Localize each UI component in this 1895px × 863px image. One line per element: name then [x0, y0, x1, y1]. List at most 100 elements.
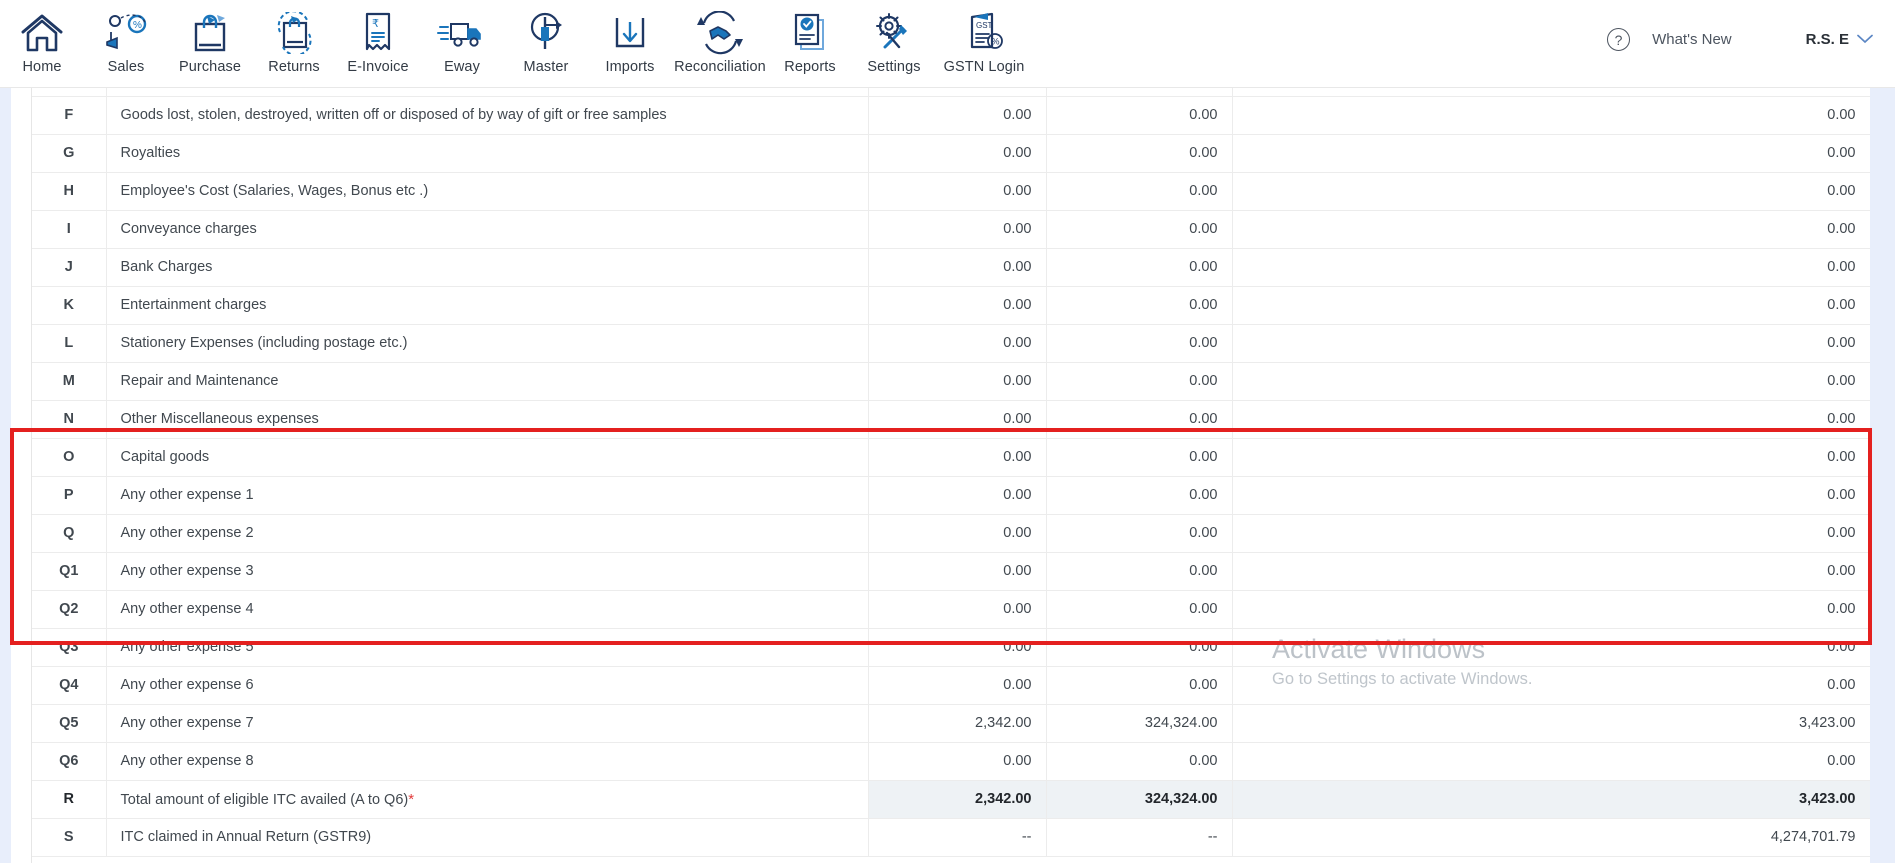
row-description-text: Goods lost, stolen, destroyed, written o…: [120, 107, 667, 123]
nav-item-reports[interactable]: Reports: [768, 4, 852, 75]
row-description-cell: Royalties: [106, 134, 869, 173]
row-value-cell-3: 3,423.00: [1232, 704, 1870, 743]
table-row[interactable]: H Employee's Cost (Salaries, Wages, Bonus…: [32, 172, 1870, 211]
row-description-cell: Other Miscellaneous expenses: [106, 400, 869, 439]
row-description-cell: Entertainment charges: [106, 286, 869, 325]
nav-item-gstn-login[interactable]: GST % GSTN Login: [936, 4, 1032, 75]
row-description-text: ITC claimed in Annual Return (GSTR9): [120, 829, 372, 845]
row-description-text: Other Miscellaneous expenses: [120, 411, 319, 427]
nav-item-label: Home: [22, 59, 62, 75]
user-name-label: R.S. E: [1805, 31, 1849, 48]
table-row[interactable]: J Bank Charges 0.00 0.00 0.00: [32, 248, 1870, 287]
table-row[interactable]: G Royalties 0.00 0.00 0.00: [32, 134, 1870, 173]
row-value-cell-3: 0.00: [1232, 210, 1870, 249]
row-value-cell-2: 0.00: [1046, 134, 1233, 173]
row-description-text: Employee's Cost (Salaries, Wages, Bonus …: [120, 183, 429, 199]
row-value-cell-1: 0.00: [868, 172, 1047, 211]
user-menu[interactable]: R.S. E: [1806, 31, 1873, 48]
table-row[interactable]: Q5 Any other expense 7 2,342.00 324,324.00 3…: [32, 704, 1870, 743]
row-code-cell: Q6: [32, 742, 107, 781]
table-row[interactable]: L Stationery Expenses (including postage …: [32, 324, 1870, 363]
itc-table-scroll-area[interactable]: F Goods lost, stolen, destroyed, written …: [31, 88, 1870, 863]
row-value-cell-1: 0.00: [868, 742, 1047, 781]
row-value-cell-1: 0.00: [868, 248, 1047, 287]
row-value-cell-1: 0.00: [868, 400, 1047, 439]
row-code-cell: Q2: [32, 590, 107, 629]
nav-item-label: Imports: [605, 59, 655, 75]
row-value-cell-3: 0.00: [1232, 742, 1870, 781]
table-row[interactable]: F Goods lost, stolen, destroyed, written …: [32, 96, 1870, 135]
row-code-cell: M: [32, 362, 107, 401]
table-row[interactable]: R Total amount of eligible ITC availed (A…: [32, 780, 1870, 819]
nav-item-sales[interactable]: % Sales: [84, 4, 168, 75]
master-key-icon: [520, 10, 572, 56]
table-row[interactable]: S ITC claimed in Annual Return (GSTR9) -- -…: [32, 818, 1870, 857]
nav-item-reconciliation[interactable]: Reconciliation: [672, 4, 768, 75]
row-description-text: Royalties: [120, 145, 181, 161]
row-value-cell-3: 0.00: [1232, 666, 1870, 705]
row-description-text: Any other expense 4: [120, 601, 254, 617]
row-value-cell-3: 0.00: [1232, 438, 1870, 477]
row-code-cell: Q1: [32, 552, 107, 591]
row-code-cell: O: [32, 438, 107, 477]
nav-item-returns[interactable]: Returns: [252, 4, 336, 75]
nav-item-label: Settings: [867, 59, 921, 75]
row-value-cell-2: 0.00: [1046, 286, 1233, 325]
row-value-cell-3: 0.00: [1232, 552, 1870, 591]
row-value-cell-3: 0.00: [1232, 400, 1870, 439]
left-edge-strip: [0, 88, 11, 863]
row-value-cell-2: 0.00: [1046, 438, 1233, 477]
e-invoice-receipt-icon: ₹: [352, 10, 404, 56]
row-description-cell: Conveyance charges: [106, 210, 869, 249]
table-row[interactable]: Q Any other expense 2 0.00 0.00 0.00: [32, 514, 1870, 553]
table-row[interactable]: O Capital goods 0.00 0.00 0.00: [32, 438, 1870, 477]
nav-item-label: Returns: [268, 59, 320, 75]
nav-item-master[interactable]: Master: [504, 4, 588, 75]
row-description-text: Repair and Maintenance: [120, 373, 279, 389]
table-row[interactable]: I Conveyance charges 0.00 0.00 0.00: [32, 210, 1870, 249]
nav-item-imports[interactable]: Imports: [588, 4, 672, 75]
row-value-cell-2: 324,324.00: [1046, 780, 1233, 819]
table-row[interactable]: Q4 Any other expense 6 0.00 0.00 0.00: [32, 666, 1870, 705]
sales-tag-icon: %: [100, 10, 152, 56]
nav-item-e-invoice[interactable]: ₹ E-Invoice: [336, 4, 420, 75]
row-value-cell-2: 0.00: [1046, 210, 1233, 249]
table-row[interactable]: K Entertainment charges 0.00 0.00 0.00: [32, 286, 1870, 325]
help-icon[interactable]: ?: [1607, 28, 1631, 51]
table-row[interactable]: P Any other expense 1 0.00 0.00 0.00: [32, 476, 1870, 515]
row-value-cell-2: 0.00: [1046, 248, 1233, 287]
row-value-cell-1: 0.00: [868, 286, 1047, 325]
table-row[interactable]: M Repair and Maintenance 0.00 0.00 0.00: [32, 362, 1870, 401]
row-description-cell: Total amount of eligible ITC availed (A …: [106, 780, 869, 819]
row-value-cell-2: 0.00: [1046, 400, 1233, 439]
row-value-cell-1: --: [868, 818, 1047, 857]
row-value-cell-3: 0.00: [1232, 134, 1870, 173]
nav-item-settings[interactable]: Settings: [852, 4, 936, 75]
row-value-cell-3: 4,274,701.79: [1232, 818, 1870, 857]
svg-text:%: %: [992, 37, 1000, 47]
row-value-cell-3: 0.00: [1232, 172, 1870, 211]
nav-item-purchase[interactable]: Purchase: [168, 4, 252, 75]
table-row[interactable]: Q2 Any other expense 4 0.00 0.00 0.00: [32, 590, 1870, 629]
row-value-cell-2: 0.00: [1046, 476, 1233, 515]
row-description-text: Any other expense 1: [120, 487, 254, 503]
row-description-text: Bank Charges: [120, 259, 213, 275]
row-value-cell-2: 0.00: [1046, 324, 1233, 363]
table-row[interactable]: Q6 Any other expense 8 0.00 0.00 0.00: [32, 742, 1870, 781]
help-icon-glyph: ?: [1614, 31, 1623, 48]
table-row[interactable]: Q3 Any other expense 5 0.00 0.00 0.00: [32, 628, 1870, 667]
svg-text:%: %: [133, 20, 142, 31]
table-row[interactable]: N Other Miscellaneous expenses 0.00 0.00 0.0…: [32, 400, 1870, 439]
nav-item-eway[interactable]: Eway: [420, 4, 504, 75]
nav-item-label: Reconciliation: [674, 59, 766, 75]
whats-new-link[interactable]: What's New: [1652, 31, 1732, 48]
table-row[interactable]: Q1 Any other expense 3 0.00 0.00 0.00: [32, 552, 1870, 591]
row-value-cell-2: 0.00: [1046, 514, 1233, 553]
row-value-cell-1: 0.00: [868, 362, 1047, 401]
row-description-text: Conveyance charges: [120, 221, 257, 237]
row-value-cell-3: 0.00: [1232, 514, 1870, 553]
nav-item-home[interactable]: Home: [0, 4, 84, 75]
table-row-partial: [32, 88, 1870, 97]
application-window: Home % Sales Purchase Returns ₹ E-Invoic…: [0, 0, 1895, 863]
home-icon: [16, 10, 68, 56]
